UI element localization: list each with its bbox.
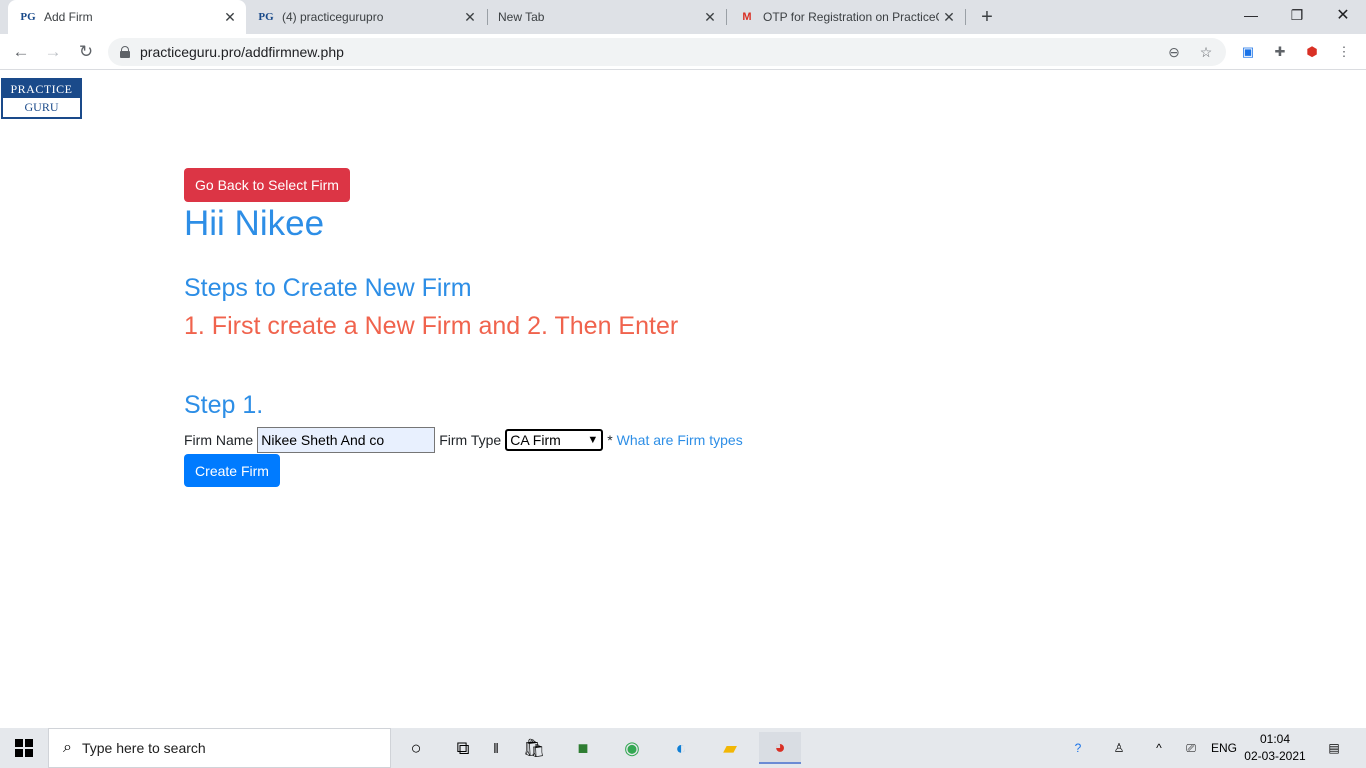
clock-date: 02-03-2021 — [1244, 749, 1306, 763]
create-firm-form: Firm Name Nikee Sheth And co Firm Type C… — [184, 427, 743, 453]
restore-icon[interactable]: ❐ — [1274, 0, 1320, 30]
edge-icon[interactable]: ◐ — [661, 732, 701, 764]
window-close-icon[interactable]: ✕ — [1320, 0, 1366, 30]
tripadvisor-icon[interactable]: ◉ — [612, 732, 652, 764]
practiceguru-favicon-icon: PG — [20, 11, 36, 23]
chevron-down-icon: ▼ — [587, 434, 599, 446]
create-firm-button[interactable]: Create Firm — [184, 454, 280, 487]
address-bar[interactable]: practiceguru.pro/addfirmnew.php ⊖ ☆ — [108, 38, 1226, 66]
greeting-heading: Hii Nikee — [184, 204, 325, 243]
firm-types-link[interactable]: What are Firm types — [617, 432, 743, 448]
steps-heading: Steps to Create New Firm — [184, 274, 472, 302]
logo-bottom-text: GURU — [24, 100, 59, 114]
step1-heading: Step 1. — [184, 391, 264, 419]
new-tab-plus-icon[interactable]: + — [976, 6, 998, 28]
gmail-icon: M — [742, 11, 752, 23]
tab-new-tab[interactable]: New Tab ✕ — [488, 0, 726, 34]
language-indicator[interactable]: ENG — [1208, 728, 1240, 768]
chrome-icon[interactable]: ◕ — [759, 732, 801, 764]
notifications-icon[interactable]: ▤ — [1320, 728, 1348, 768]
extension-adblock-icon[interactable]: ⬢ — [1302, 42, 1322, 62]
forward-arrow-icon[interactable]: → — [40, 39, 66, 65]
firm-type-label: Firm Type — [439, 432, 502, 448]
tab-title: OTP for Registration on PracticeG — [763, 10, 939, 24]
practiceguru-logo[interactable]: PRACTICE GURU — [1, 78, 82, 119]
tab-add-firm[interactable]: PG Add Firm ✕ — [8, 0, 246, 34]
firm-type-select[interactable]: CA Firm ▼ — [505, 429, 604, 451]
required-mark: * — [607, 432, 613, 448]
clock-time: 01:04 — [1259, 732, 1291, 746]
help-icon[interactable]: ? — [1064, 728, 1092, 768]
taskbar-divider-icon: ‖ — [493, 740, 499, 756]
tab-title: New Tab — [498, 10, 545, 24]
extensions-puzzle-icon[interactable]: ✚ — [1270, 42, 1290, 62]
search-icon: ⌕ — [63, 739, 72, 756]
windows-start-icon[interactable] — [0, 728, 48, 768]
steps-subheading: 1. First create a New Firm and 2. Then E… — [184, 312, 679, 340]
evernote-icon[interactable]: ■ — [563, 732, 603, 764]
zoom-icon[interactable]: ⊖ — [1162, 40, 1186, 64]
windows-taskbar: ⌕ Type here to search ○ ⧉ ‖ 🛍 ■ ◉ ◐ ▰ ◕ … — [0, 728, 1366, 768]
page-content: PRACTICE GURU Go Back to Select Firm Hii… — [0, 71, 1366, 728]
taskbar-search-box[interactable]: ⌕ Type here to search — [48, 728, 391, 768]
tab-title: (4) practicegurupro — [282, 10, 384, 24]
close-tab-icon[interactable]: ✕ — [220, 7, 240, 27]
tab-otp-gmail[interactable]: M OTP for Registration on PracticeG ✕ — [727, 0, 965, 34]
go-back-button[interactable]: Go Back to Select Firm — [184, 168, 350, 202]
search-placeholder: Type here to search — [81, 740, 206, 756]
bookmark-star-icon[interactable]: ☆ — [1194, 40, 1218, 64]
people-icon[interactable]: ♙ — [1106, 728, 1132, 768]
lock-icon[interactable] — [120, 46, 130, 58]
minimize-icon[interactable]: — — [1228, 0, 1274, 30]
close-tab-icon[interactable]: ✕ — [939, 7, 959, 27]
taskbar-clock[interactable]: 01:04 02-03-2021 — [1240, 731, 1310, 765]
cortana-icon[interactable]: ○ — [396, 732, 436, 764]
store-icon[interactable]: 🛍 — [514, 732, 554, 764]
logo-top-text: PRACTICE — [3, 80, 80, 98]
tab-strip: PG Add Firm ✕ PG (4) practicegurupro ✕ N… — [0, 0, 1366, 34]
network-icon[interactable]: ⎚ — [1178, 728, 1204, 768]
url-text[interactable]: practiceguru.pro/addfirmnew.php — [140, 44, 1162, 60]
chevron-up-icon[interactable]: ^ — [1146, 728, 1172, 768]
tab-practicegurupro[interactable]: PG (4) practicegurupro ✕ — [246, 0, 486, 34]
firm-name-label: Firm Name — [184, 432, 254, 448]
firm-name-input[interactable]: Nikee Sheth And co — [257, 427, 436, 453]
tab-title: Add Firm — [44, 10, 93, 24]
extension-screenshot-icon[interactable]: ▣ — [1238, 42, 1258, 62]
close-tab-icon[interactable]: ✕ — [700, 7, 720, 27]
reload-icon[interactable]: ↻ — [73, 39, 99, 65]
file-explorer-icon[interactable]: ▰ — [710, 732, 750, 764]
close-tab-icon[interactable]: ✕ — [460, 7, 480, 27]
practiceguru-favicon-icon: PG — [258, 11, 274, 23]
browser-toolbar: ← → ↻ practiceguru.pro/addfirmnew.php ⊖ … — [0, 34, 1366, 70]
menu-kebab-icon[interactable]: ⋮ — [1334, 42, 1354, 62]
back-arrow-icon[interactable]: ← — [8, 39, 34, 65]
tab-separator — [965, 9, 966, 25]
firm-type-selected: CA Firm — [510, 432, 561, 448]
